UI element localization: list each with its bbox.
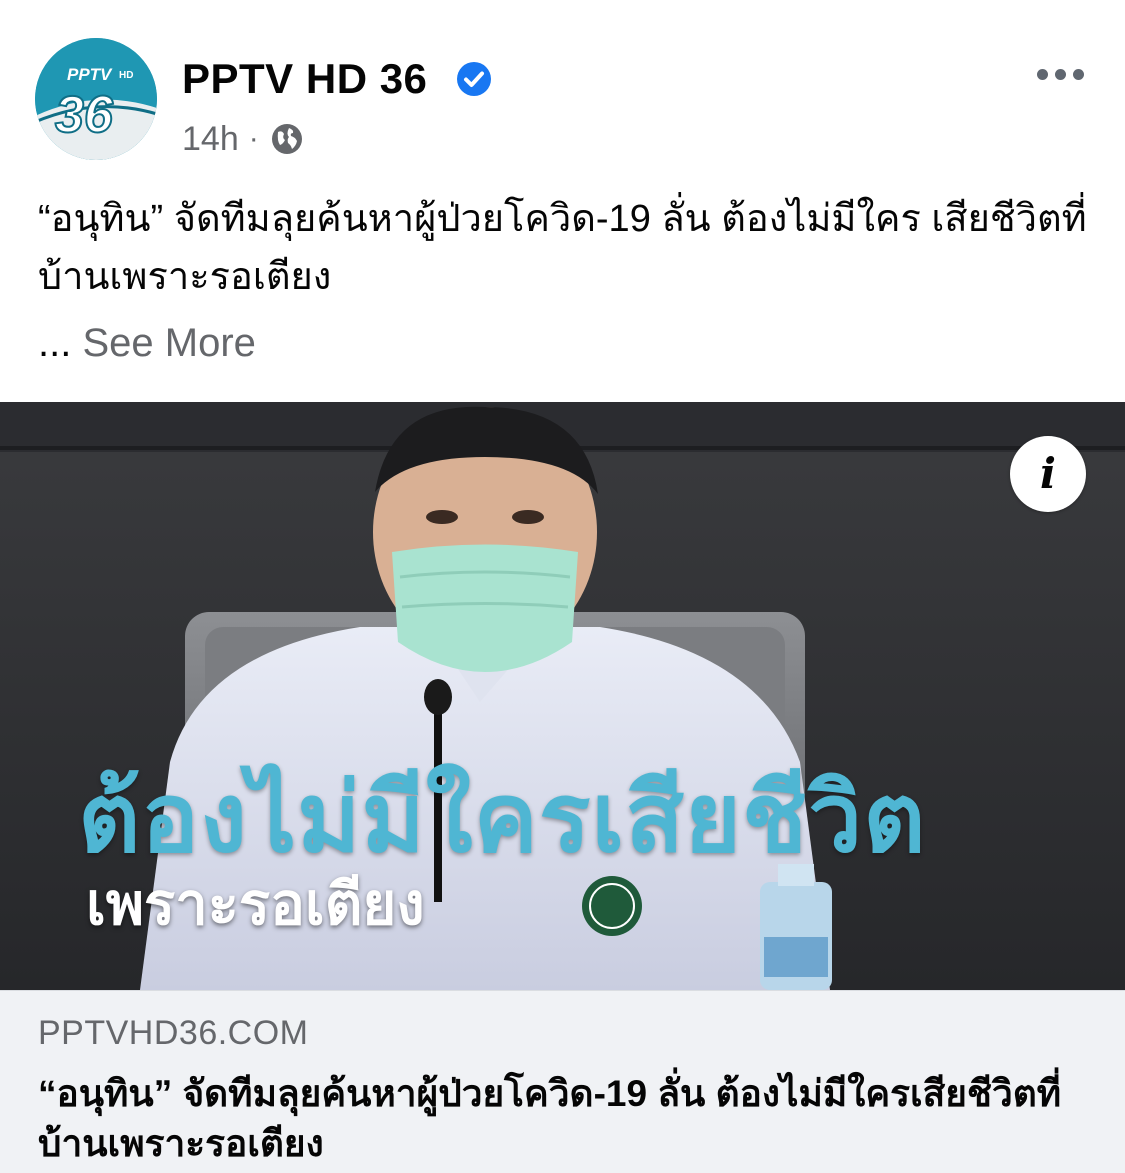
link-title: “อนุทิน” จัดทีมลุยค้นหาผู้ป่วยโควิด-19 ล… [38,1073,1062,1164]
caption-ellipsis: ... [38,321,72,365]
more-dot [1054,68,1066,80]
info-button[interactable]: i [1010,436,1086,512]
post-meta: 14h · [182,118,305,160]
page-name[interactable]: PPTV HD 36 [182,54,427,104]
svg-text:HD: HD [119,70,133,81]
post-header: PPTV HD 36 PPTV HD 36 14h · [0,0,1125,170]
more-dot [1072,68,1084,80]
link-preview[interactable]: PPTVHD36.COM “อนุทิน” จัดทีมลุยค้นหาผู้ป… [0,990,1125,1173]
more-dot [1036,68,1048,80]
more-options-button[interactable] [1030,56,1090,92]
meta-separator: · [248,122,259,155]
image-overlay-subheadline: เพราะรอเตียง [86,872,425,937]
pptv-logo-icon: PPTV HD 36 [35,38,157,160]
see-more-link[interactable]: See More [82,321,255,365]
facebook-post: PPTV HD 36 PPTV HD 36 14h · “อนุทิน” จัด [0,0,1125,1173]
link-domain: PPTVHD36.COM [38,1014,309,1052]
svg-text:PPTV: PPTV [67,65,113,84]
see-more-row: ... See More [38,318,256,368]
svg-text:36: 36 [55,86,114,144]
post-timestamp[interactable]: 14h [182,120,239,159]
info-icon: i [1040,449,1056,498]
page-avatar[interactable]: PPTV HD 36 [35,38,157,160]
post-image[interactable]: ต้องไม่มีใครเสียชีวิต เพราะรอเตียง i [0,402,1125,990]
globe-icon[interactable] [269,121,305,157]
verified-badge-icon [457,62,491,96]
image-overlay-headline: ต้องไม่มีใครเสียชีวิต [78,765,927,872]
post-caption: “อนุทิน” จัดทีมลุยค้นหาผู้ป่วยโควิด-19 ล… [38,198,1087,298]
